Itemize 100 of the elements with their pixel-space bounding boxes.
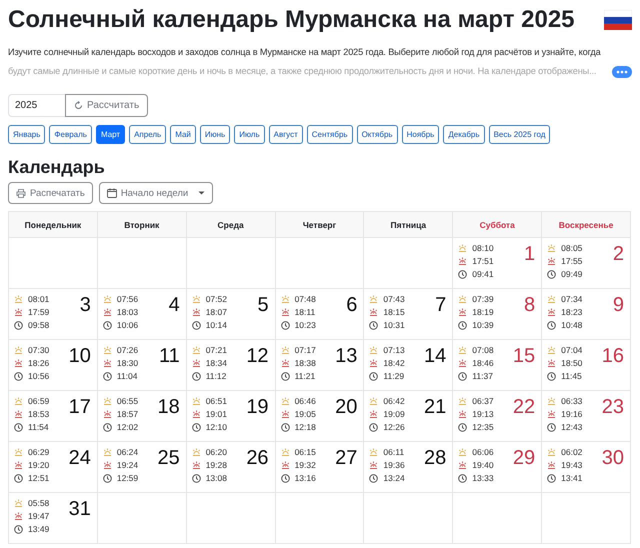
sunrise-icon bbox=[192, 346, 201, 354]
sunset-time: 19:20 bbox=[28, 460, 50, 470]
sunrise-time: 07:13 bbox=[383, 345, 405, 355]
flag-icon bbox=[604, 10, 632, 30]
day-number: 16 bbox=[602, 345, 624, 369]
day-number: 5 bbox=[257, 294, 269, 318]
month-tab[interactable]: Май bbox=[170, 125, 196, 144]
clock-icon bbox=[458, 474, 468, 482]
month-tab[interactable]: Февраль bbox=[49, 125, 92, 144]
month-tab[interactable]: Январь bbox=[8, 125, 46, 144]
sunset-icon bbox=[280, 308, 290, 316]
sunset-time: 18:46 bbox=[472, 358, 494, 368]
day-number: 29 bbox=[512, 447, 536, 471]
day-length: 11:04 bbox=[116, 371, 138, 381]
sunset-icon bbox=[280, 461, 290, 469]
sunset-time: 19:40 bbox=[472, 460, 494, 470]
more-button[interactable] bbox=[612, 66, 632, 78]
clock-icon bbox=[547, 320, 556, 330]
month-tab[interactable]: Октябрь bbox=[356, 125, 398, 144]
day-length: 10:39 bbox=[472, 320, 494, 330]
clock-icon bbox=[280, 372, 290, 380]
sunset-icon bbox=[102, 461, 112, 469]
day-number: 26 bbox=[246, 447, 269, 471]
weekday-header: Среда bbox=[186, 212, 276, 238]
day-length: 11:21 bbox=[294, 371, 316, 381]
sunrise-icon bbox=[369, 346, 378, 354]
sunrise-time: 06:37 bbox=[472, 396, 494, 406]
sunset-icon bbox=[369, 461, 378, 469]
sunrise-time: 06:33 bbox=[561, 396, 582, 406]
clock-icon bbox=[369, 474, 378, 482]
sunrise-icon bbox=[280, 295, 290, 303]
print-button[interactable]: Распечатать bbox=[8, 182, 93, 204]
clock-icon bbox=[14, 320, 23, 330]
month-tab[interactable]: Март bbox=[96, 125, 126, 144]
day-length: 12:59 bbox=[116, 473, 138, 483]
week-start-dropdown[interactable]: Начало недели bbox=[98, 182, 214, 204]
clock-icon bbox=[14, 372, 23, 380]
sunrise-icon bbox=[14, 295, 23, 303]
month-tab[interactable]: Ноябрь bbox=[402, 125, 440, 144]
sunrise-icon bbox=[547, 448, 556, 456]
sunset-icon bbox=[458, 359, 468, 367]
day-number: 18 bbox=[157, 396, 180, 420]
sunset-icon bbox=[547, 410, 556, 418]
day-length: 09:49 bbox=[561, 269, 582, 279]
day-length: 09:41 bbox=[472, 269, 494, 279]
sunset-time: 18:38 bbox=[294, 358, 316, 368]
day-length: 12:10 bbox=[206, 422, 227, 432]
clock-icon bbox=[547, 474, 556, 482]
sunset-icon bbox=[192, 461, 201, 469]
clock-icon bbox=[280, 422, 290, 432]
sunset-icon bbox=[14, 308, 23, 316]
sunrise-time: 07:26 bbox=[116, 345, 138, 355]
clock-icon bbox=[458, 422, 468, 432]
sunset-time: 17:55 bbox=[561, 256, 582, 266]
sunset-icon bbox=[547, 257, 556, 265]
intro-text: Изучите солнечный календарь восходов и заходов солнца в Мурманске на март 2025 года. Выберите любой год для расчётов и узнайте, когда будут самые длинные и самые короткие день и ночь в месяце, а также среднюю продолжительность дня и ночи. На календаре отображены... bbox=[8, 46, 602, 78]
sunrise-icon bbox=[14, 397, 23, 405]
month-tab[interactable]: Июль bbox=[234, 125, 265, 144]
clock-icon bbox=[102, 320, 112, 330]
sunset-time: 18:19 bbox=[472, 307, 494, 317]
sunrise-time: 07:43 bbox=[383, 294, 405, 304]
day-number: 24 bbox=[68, 447, 91, 471]
month-tab[interactable]: Декабрь bbox=[443, 125, 485, 144]
day-number: 12 bbox=[246, 345, 269, 369]
day-number: 17 bbox=[68, 396, 91, 420]
sunrise-icon bbox=[192, 295, 201, 303]
weekday-header: Пятница bbox=[364, 212, 454, 238]
day-length: 13:49 bbox=[28, 524, 50, 534]
sunset-icon bbox=[458, 461, 468, 469]
sunrise-time: 06:55 bbox=[116, 396, 138, 406]
year-field[interactable]: 2025 bbox=[8, 94, 65, 117]
month-tab[interactable]: Весь 2025 год bbox=[488, 125, 550, 144]
day-length: 12:26 bbox=[383, 422, 405, 432]
clock-icon bbox=[102, 372, 112, 380]
month-tab[interactable]: Сентябрь bbox=[306, 125, 353, 144]
sunrise-icon bbox=[369, 397, 378, 405]
sunset-time: 18:57 bbox=[116, 409, 138, 419]
day-number: 14 bbox=[424, 345, 446, 369]
sunrise-time: 06:51 bbox=[206, 396, 227, 406]
calculate-button[interactable]: Рассчитать bbox=[65, 94, 148, 117]
sunset-time: 18:07 bbox=[206, 307, 227, 317]
day-length: 11:12 bbox=[206, 371, 226, 381]
day-number: 8 bbox=[524, 294, 536, 318]
sunset-icon bbox=[458, 308, 468, 316]
sunset-icon bbox=[369, 410, 378, 418]
sunset-icon bbox=[369, 308, 378, 316]
clock-icon bbox=[14, 524, 23, 534]
day-length: 13:08 bbox=[206, 473, 227, 483]
sunset-time: 18:53 bbox=[28, 409, 50, 419]
weekday-header: Воскресенье bbox=[542, 212, 631, 238]
month-tab[interactable]: Апрель bbox=[129, 125, 166, 144]
sunset-icon bbox=[192, 308, 201, 316]
day-length: 11:29 bbox=[383, 371, 404, 381]
sunset-time: 18:23 bbox=[561, 307, 582, 317]
sunrise-time: 08:05 bbox=[561, 243, 582, 253]
month-tab[interactable]: Июнь bbox=[200, 125, 230, 144]
sunrise-icon bbox=[102, 295, 112, 303]
day-length: 12:02 bbox=[116, 422, 138, 432]
day-length: 13:16 bbox=[294, 473, 316, 483]
month-tab[interactable]: Август bbox=[268, 125, 303, 144]
